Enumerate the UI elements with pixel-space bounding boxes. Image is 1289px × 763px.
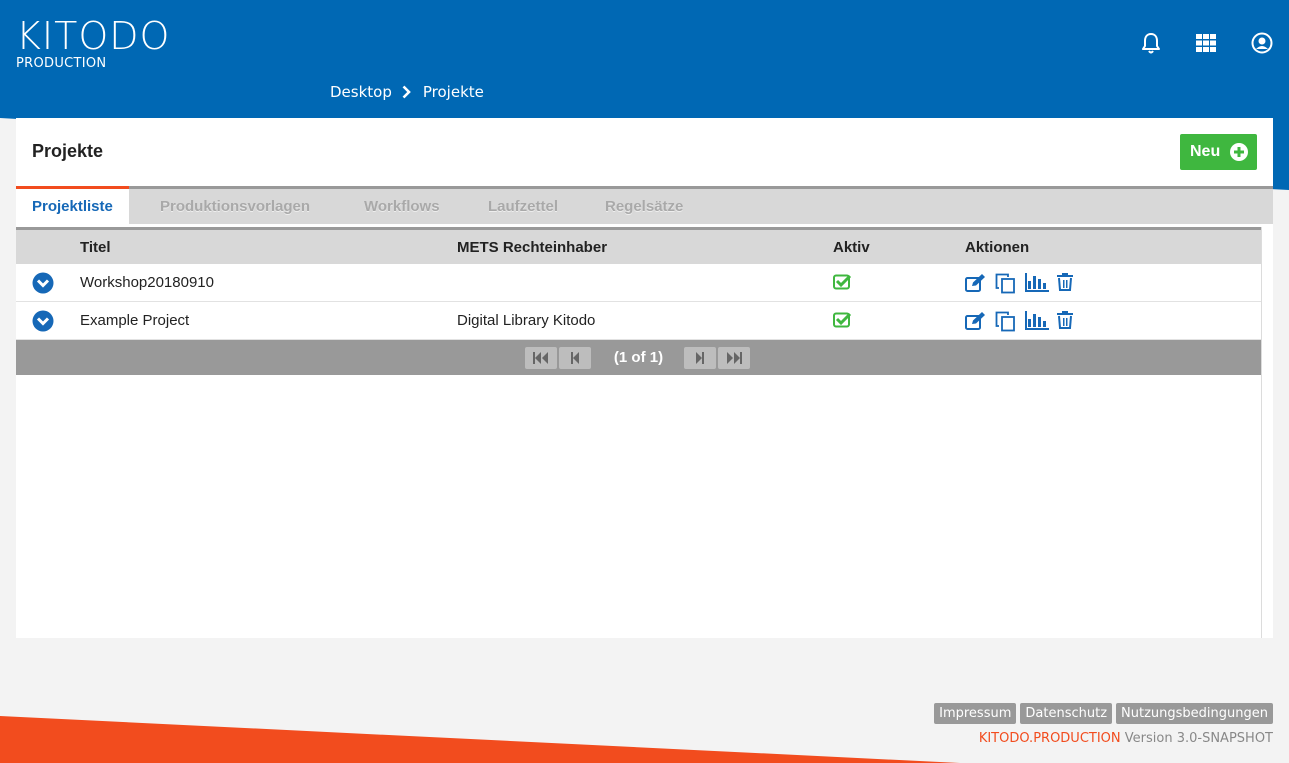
plus-circle-icon xyxy=(1230,143,1248,161)
column-header-aktiv[interactable]: Aktiv xyxy=(833,239,870,256)
edit-icon[interactable] xyxy=(965,273,987,294)
duplicate-icon[interactable] xyxy=(995,273,1017,294)
breadcrumb-current: Projekte xyxy=(422,83,484,101)
expand-row-icon[interactable] xyxy=(32,310,54,336)
apps-grid-icon[interactable] xyxy=(1193,30,1219,56)
tab-workflows[interactable]: Workflows xyxy=(364,189,440,224)
last-page-icon[interactable] xyxy=(718,346,751,369)
new-button-label: Neu xyxy=(1190,143,1221,160)
paginator: (1 of 1) xyxy=(16,340,1261,375)
project-title: Workshop20180910 xyxy=(80,274,214,291)
logo-sub-text: PRODUCTION xyxy=(16,56,107,71)
tab-bar: Projektliste Produktionsvorlagen Workflo… xyxy=(16,186,1273,224)
tab-regelsaetze[interactable]: Regelsätze xyxy=(605,189,683,224)
row-actions xyxy=(965,273,1073,294)
column-header-rechteinhaber[interactable]: METS Rechteinhaber xyxy=(457,239,607,256)
tab-projektliste[interactable]: Projektliste xyxy=(16,186,129,224)
page-info: (1 of 1) xyxy=(613,349,664,366)
footer-link-datenschutz[interactable]: Datenschutz xyxy=(1020,703,1113,724)
column-header-aktionen: Aktionen xyxy=(965,239,1030,256)
project-title: Example Project xyxy=(80,312,190,329)
footer-version: Version 3.0-SNAPSHOT xyxy=(1124,731,1273,746)
page-title: Projekte xyxy=(32,141,104,161)
version-info: KITODO.PRODUCTION Version 3.0-SNAPSHOT xyxy=(979,731,1273,746)
edit-icon[interactable] xyxy=(965,311,987,332)
chevron-right-icon xyxy=(402,85,411,99)
table-header: Titel METS Rechteinhaber Aktiv Aktionen xyxy=(16,227,1261,264)
footer-link-impressum[interactable]: Impressum xyxy=(934,703,1017,724)
duplicate-icon[interactable] xyxy=(995,311,1017,332)
column-header-titel[interactable]: Titel xyxy=(80,239,111,256)
statistics-icon[interactable] xyxy=(1025,311,1049,332)
project-rights-holder: Digital Library Kitodo xyxy=(457,312,596,329)
projects-panel: Projekte Neu Projektliste Produktionsvor… xyxy=(16,118,1273,638)
scroll-track xyxy=(1261,227,1262,638)
footer-brand: KITODO.PRODUCTION xyxy=(978,731,1121,746)
kitodo-logo[interactable]: KITODO PRODUCTION xyxy=(16,14,178,72)
tab-laufzettel[interactable]: Laufzettel xyxy=(488,189,558,224)
delete-icon[interactable] xyxy=(1057,273,1073,294)
active-check-icon xyxy=(833,274,852,294)
next-page-icon[interactable] xyxy=(684,346,717,369)
delete-icon[interactable] xyxy=(1057,311,1073,332)
footer-links: Impressum Datenschutz Nutzungsbedingunge… xyxy=(934,703,1273,724)
first-page-icon[interactable] xyxy=(524,346,557,369)
active-check-icon xyxy=(833,312,852,332)
projects-table: Titel METS Rechteinhaber Aktiv Aktionen … xyxy=(16,227,1261,375)
table-row: Workshop20180910 xyxy=(16,264,1261,302)
table-row: Example Project Digital Library Kitodo xyxy=(16,302,1261,340)
row-actions xyxy=(965,311,1073,332)
footer-link-nutzungsbedingungen[interactable]: Nutzungsbedingungen xyxy=(1116,703,1273,724)
statistics-icon[interactable] xyxy=(1025,273,1049,294)
new-project-button[interactable]: Neu xyxy=(1180,134,1257,170)
user-icon[interactable] xyxy=(1249,30,1275,56)
bell-icon[interactable] xyxy=(1138,30,1164,56)
previous-page-icon[interactable] xyxy=(558,346,591,369)
logo-main-text: KITODO xyxy=(16,14,171,58)
breadcrumb-desktop-link[interactable]: Desktop xyxy=(330,83,392,101)
breadcrumb: Desktop Projekte xyxy=(330,83,484,101)
tab-produktionsvorlagen[interactable]: Produktionsvorlagen xyxy=(160,189,310,224)
expand-row-icon[interactable] xyxy=(32,272,54,298)
